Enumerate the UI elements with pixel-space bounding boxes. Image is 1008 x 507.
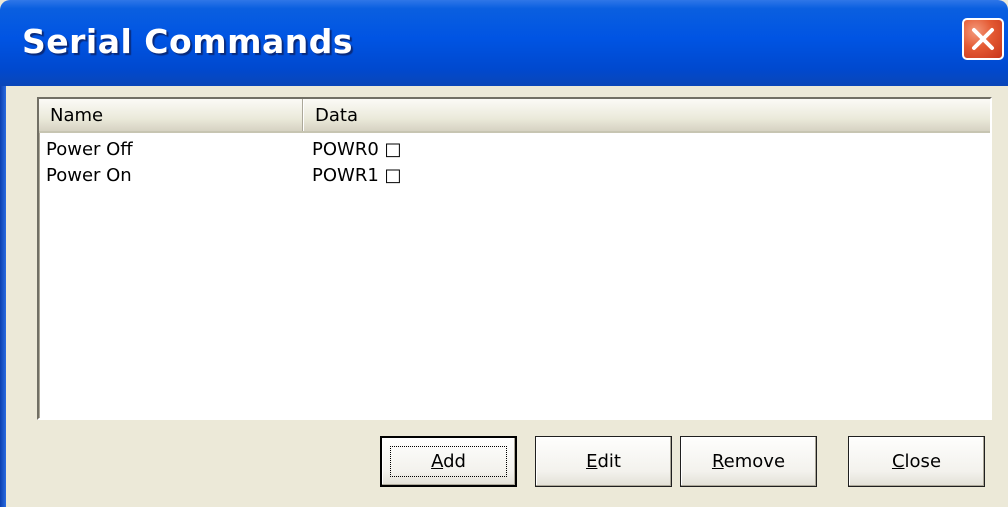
row-data-cell: POWR1 □ [312,165,402,186]
add-button[interactable]: Add [380,436,517,487]
row-name-cell: Power On [46,165,132,186]
close-button-label: Close [891,451,942,472]
edit-button[interactable]: Edit [535,436,672,487]
close-button[interactable]: Close [848,436,985,487]
remove-button[interactable]: Remove [680,436,817,487]
column-header-name[interactable]: Name [39,99,303,131]
serial-commands-dialog: Serial Commands Name Data Power Off POWR… [0,0,1008,507]
remove-button-label: Remove [711,451,786,472]
title-bar[interactable]: Serial Commands [0,0,1008,86]
focus-indicator [390,446,507,477]
column-header-data[interactable]: Data [304,99,990,131]
list-header: Name Data [39,99,990,133]
commands-list[interactable]: Name Data Power Off POWR0 □ Power On POW… [37,97,992,420]
row-data-cell: POWR0 □ [312,139,402,160]
edit-button-label: Edit [586,451,621,472]
window-title: Serial Commands [22,22,353,61]
row-name-cell: Power Off [46,139,133,160]
close-x-icon [972,28,994,50]
list-row[interactable]: Power On POWR1 □ [39,163,990,189]
list-row[interactable]: Power Off POWR0 □ [39,137,990,163]
close-window-button[interactable] [962,18,1004,60]
